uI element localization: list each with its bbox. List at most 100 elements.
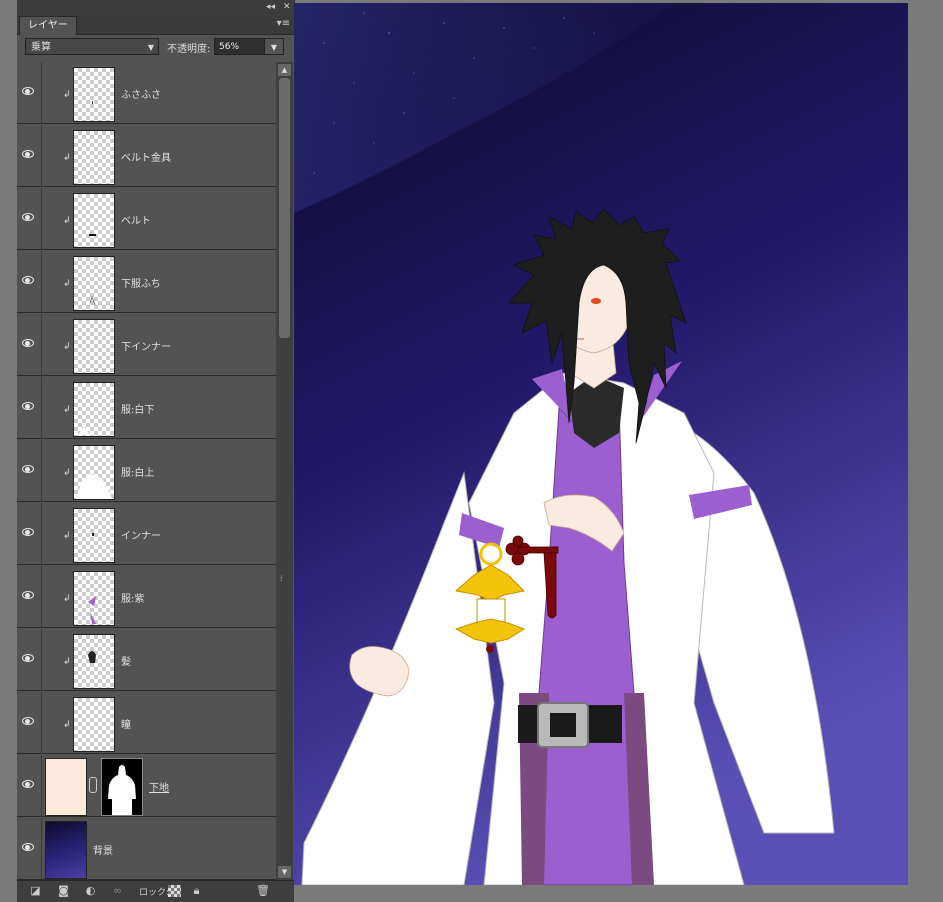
layers-list: ↲ ふさふさ ↲ ベルト金具 ↲ ベルト ↲ 下服ふち ↲ 下インナー ↲ 服:… [17, 62, 276, 880]
panel-title-bar: ◂◂ ✕ [17, 0, 294, 16]
layer-thumbnail [73, 697, 115, 752]
layer-name[interactable]: 服:白上 [121, 464, 154, 479]
layer-thumbnail [73, 67, 115, 122]
visibility-toggle[interactable] [17, 692, 42, 754]
eye-icon [22, 150, 34, 158]
layer-row[interactable]: ↲ ベルト [17, 188, 276, 250]
layer-name[interactable]: 服:紫 [121, 590, 144, 605]
layer-name[interactable]: 服:白下 [121, 401, 154, 416]
tab-layers[interactable]: レイヤー [19, 16, 77, 35]
workspace-gutter [0, 0, 17, 901]
adjustment-icon[interactable]: ◐ [84, 885, 97, 897]
layer-row[interactable]: ↲ 瞳 [17, 692, 276, 754]
clip-arrow-icon: ↲ [63, 657, 71, 667]
layer-row[interactable]: ↲ 下インナー [17, 314, 276, 376]
link-layers-icon[interactable]: ∞ [111, 885, 124, 897]
visibility-toggle[interactable] [17, 125, 42, 187]
layer-row[interactable]: ↲ 髪 [17, 629, 276, 691]
clip-arrow-icon: ↲ [63, 342, 71, 352]
artwork [294, 3, 908, 885]
clip-arrow-icon: ↲ [63, 279, 71, 289]
blend-mode-value: 乗算 [31, 42, 51, 53]
layer-name[interactable]: 髪 [121, 653, 131, 668]
layer-thumbnail [73, 571, 115, 626]
eye-icon [22, 339, 34, 347]
visibility-toggle[interactable] [17, 377, 42, 439]
add-mask-icon[interactable]: ◙ [57, 885, 70, 897]
scroll-down-icon[interactable]: ▼ [278, 866, 291, 878]
layer-thumbnail [73, 130, 115, 185]
visibility-toggle[interactable] [17, 440, 42, 502]
chevron-down-icon: ▼ [147, 43, 154, 52]
layer-name[interactable]: ふさふさ [121, 86, 161, 101]
clip-arrow-icon: ↲ [63, 531, 71, 541]
visibility-toggle[interactable] [17, 503, 42, 565]
visibility-toggle[interactable] [17, 755, 42, 817]
layer-row[interactable]: ↲ 服:紫 [17, 566, 276, 628]
new-layer-icon[interactable]: ◪ [29, 885, 42, 897]
eye-icon [22, 528, 34, 536]
opacity-field[interactable]: 56% ▼ [214, 38, 284, 55]
lock-all-icon[interactable]: 🔒︎ [190, 885, 203, 897]
panel-tab-bar: レイヤー ▾≡ [17, 16, 294, 35]
eye-icon [22, 717, 34, 725]
layer-row-background[interactable]: 背景 [17, 818, 276, 880]
layer-name[interactable]: ベルト金具 [121, 149, 171, 164]
layer-row[interactable]: ↲ 服:白下 [17, 377, 276, 439]
close-panel-icon[interactable]: ✕ [283, 2, 291, 12]
layer-thumbnail [73, 445, 115, 500]
visibility-toggle[interactable] [17, 566, 42, 628]
document-canvas[interactable] [294, 3, 908, 885]
layer-name[interactable]: ベルト [121, 212, 151, 227]
collapse-panel-icon[interactable]: ◂◂ [266, 2, 275, 12]
eye-icon [22, 276, 34, 284]
clip-arrow-icon: ↲ [63, 468, 71, 478]
clip-arrow-icon: ↲ [63, 90, 71, 100]
layer-name[interactable]: 下服ふち [121, 275, 161, 290]
layer-thumbnail [73, 193, 115, 248]
layer-thumbnail [73, 634, 115, 689]
layers-panel: ◂◂ ✕ レイヤー ▾≡ 乗算 ▼ 不透明度: 56% ▼ ↲ ふさふさ ↲ ベ… [17, 0, 295, 902]
layer-name[interactable]: 下インナー [121, 338, 171, 353]
layer-row-base[interactable]: 下地 [17, 755, 276, 817]
visibility-toggle[interactable] [17, 314, 42, 376]
visibility-toggle[interactable] [17, 818, 42, 880]
layer-name[interactable]: 瞳 [121, 716, 131, 731]
layers-footer: ◪ ◙ ◐ ∞ ロック: 🔒︎ 🗑︎ [17, 880, 294, 902]
eye-icon [22, 591, 34, 599]
lock-label: ロック: [139, 888, 170, 898]
layer-name[interactable]: 背景 [93, 842, 113, 857]
layer-row[interactable]: ↲ 服:白上 [17, 440, 276, 502]
opacity-slider-toggle-icon[interactable]: ▼ [264, 39, 283, 54]
layer-thumbnail [45, 758, 87, 816]
layers-scrollbar[interactable]: ▲ ⁞ ▼ [276, 62, 293, 880]
link-layers-icon[interactable] [89, 777, 97, 793]
layer-row[interactable]: ↲ インナー [17, 503, 276, 565]
clip-arrow-icon: ↲ [63, 153, 71, 163]
visibility-toggle[interactable] [17, 188, 42, 250]
layer-thumbnail [73, 256, 115, 311]
layer-name[interactable]: 下地 [149, 779, 169, 794]
layer-mask-thumbnail[interactable] [101, 758, 143, 816]
scroll-up-icon[interactable]: ▲ [278, 64, 291, 76]
visibility-toggle[interactable] [17, 629, 42, 691]
layer-thumbnail [45, 821, 87, 879]
visibility-toggle[interactable] [17, 62, 42, 124]
layer-row[interactable]: ↲ 下服ふち [17, 251, 276, 313]
eye-icon [22, 780, 34, 788]
panel-menu-icon[interactable]: ▾≡ [277, 18, 290, 29]
layer-row[interactable]: ↲ ベルト金具 [17, 125, 276, 187]
resize-grip-icon[interactable]: ⁞ [280, 574, 283, 583]
layer-row[interactable]: ↲ ふさふさ [17, 62, 276, 124]
clip-arrow-icon: ↲ [63, 216, 71, 226]
opacity-label: 不透明度: [167, 44, 211, 55]
clip-arrow-icon: ↲ [63, 405, 71, 415]
trash-icon[interactable]: 🗑︎ [256, 885, 270, 897]
lock-transparency-icon[interactable] [168, 885, 181, 897]
scrollbar-thumb[interactable] [279, 78, 290, 338]
layer-name[interactable]: インナー [121, 527, 161, 542]
eye-icon [22, 465, 34, 473]
blend-mode-select[interactable]: 乗算 ▼ [25, 38, 159, 55]
visibility-toggle[interactable] [17, 251, 42, 313]
eye-icon [22, 87, 34, 95]
